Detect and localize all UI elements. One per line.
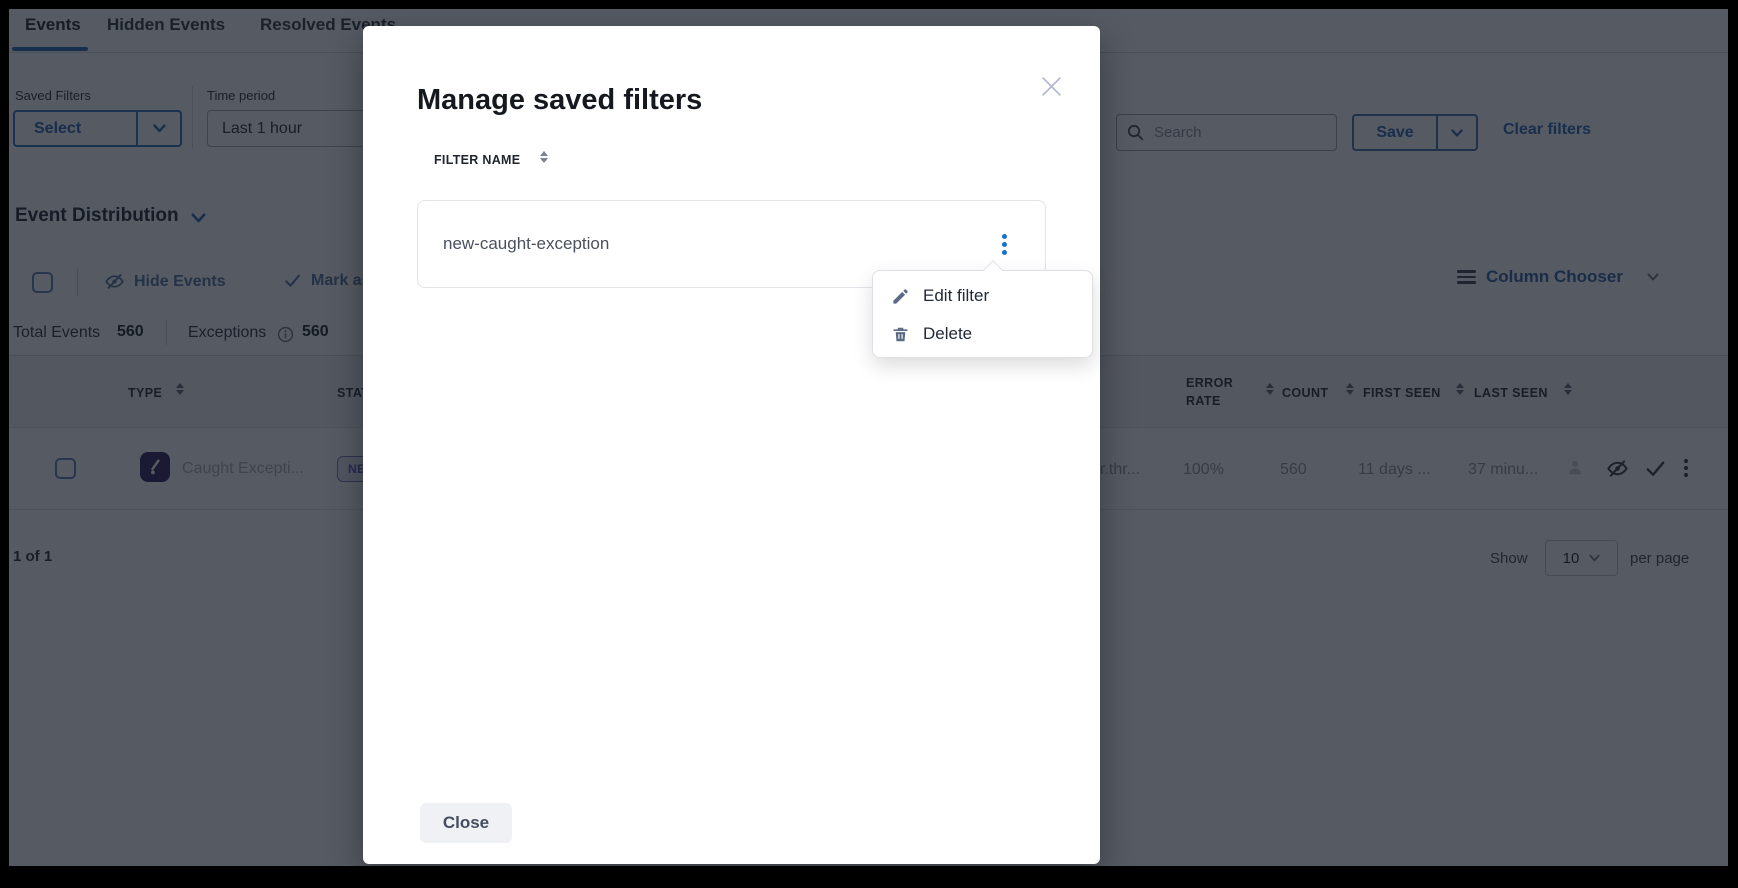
frame-right [1728, 0, 1738, 888]
close-button[interactable]: Close [420, 803, 512, 843]
filter-name-column-header[interactable]: FILTER NAME [434, 153, 520, 167]
modal-title: Manage saved filters [417, 84, 702, 117]
delete-filter-menu-item[interactable]: Delete [879, 315, 1086, 353]
edit-filter-menu-item[interactable]: Edit filter [879, 277, 1086, 315]
saved-filter-name: new-caught-exception [418, 234, 1002, 254]
delete-filter-label: Delete [923, 324, 972, 344]
trash-icon [891, 325, 910, 344]
frame-top [0, 0, 1738, 9]
edit-filter-label: Edit filter [923, 286, 989, 306]
close-icon[interactable] [1040, 75, 1063, 98]
frame-left [0, 0, 9, 888]
sort-icon[interactable] [540, 151, 548, 163]
frame-bottom [0, 866, 1738, 888]
filter-kebab-menu[interactable] [1002, 231, 1007, 258]
screenshot-frame: Events Hidden Events Resolved Events Sav… [0, 0, 1738, 888]
manage-saved-filters-modal: Manage saved filters FILTER NAME new-cau… [363, 26, 1100, 864]
pencil-icon [891, 287, 910, 306]
filter-context-menu: Edit filter Delete [872, 270, 1093, 358]
